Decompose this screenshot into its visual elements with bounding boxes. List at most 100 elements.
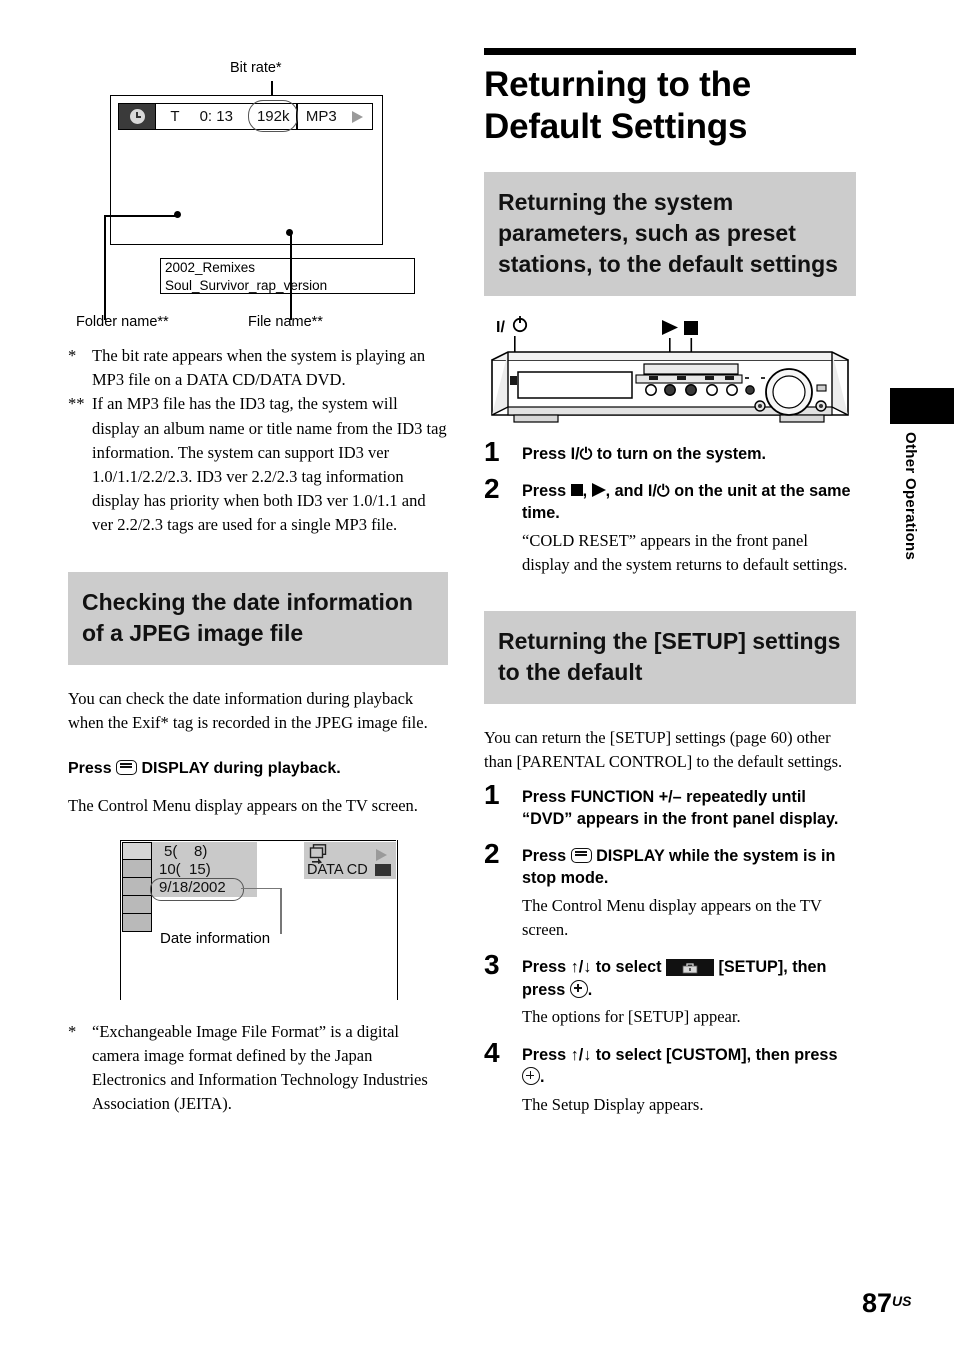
press-display-description: The Control Menu display appears on the … [68, 795, 418, 815]
osd-file-name: Soul_Survivor_rap_version [165, 278, 328, 293]
disc-type-label: DATA CD [307, 861, 368, 878]
footnote-text: If an MP3 file has the ID3 tag, the syst… [92, 394, 447, 535]
section-heading-setup-default: Returning the [SETUP] settings to the de… [484, 610, 856, 704]
footnote-mark: * [68, 346, 77, 365]
press-display-instruction: Press DISPLAY during playback. [68, 757, 448, 780]
title-rule [484, 48, 856, 55]
osd-format: MP3 [305, 108, 337, 125]
tv-screen-frame: T 0: 13 192k MP3 2002_Remixes Soul_Survi… [110, 95, 415, 294]
footnote-mark: ** [68, 394, 85, 414]
osd-status-bar: T 0: 13 192k MP3 [118, 100, 373, 132]
step-number: 4 [484, 1036, 500, 1068]
step-number: 3 [484, 949, 500, 981]
osd-folder-name: 2002_Remixes [165, 260, 256, 275]
power-icon: I/⏻ [570, 445, 593, 463]
footnote-exif: * “Exchangeable Image File Format” is a … [68, 1020, 448, 1117]
page-number: 87US [862, 1288, 912, 1318]
page-title: Returning to the Default Settings [484, 65, 752, 146]
step-number: 2 [484, 837, 500, 869]
enter-button-icon [522, 1067, 540, 1086]
stop-square-icon [570, 483, 583, 496]
manual-page: Bit rate* T 0: 13 192k MP3 2002_Remixes … [0, 0, 954, 1352]
control-menu-icon-column [122, 841, 152, 932]
bit-rate-caption: Bit rate* [230, 60, 282, 76]
menu-cell [122, 895, 152, 914]
step-description: “COLD RESET” appears in the front panel … [522, 530, 848, 574]
step-item: 1 Press FUNCTION +/– repeatedly until “D… [484, 779, 856, 831]
osd-image-number: 5( 8) [164, 842, 208, 860]
date-callout-leader-v [280, 887, 282, 934]
press-word: Press [68, 759, 112, 777]
power-icon: I/⏻ [647, 481, 670, 500]
steps-setup-default: 1 Press FUNCTION +/– repeatedly until “D… [484, 779, 856, 1117]
display-button-icon [570, 847, 592, 863]
left-column: Bit rate* T 0: 13 192k MP3 2002_Remixes … [68, 48, 448, 1116]
osd-bit-rate: 192k [247, 100, 298, 132]
step-item: 2 Press DISPLAY while the system is in s… [484, 838, 856, 942]
clock-icon [119, 104, 155, 129]
footnote-id3: ** If an MP3 file has the ID3 tag, the s… [68, 392, 448, 537]
right-column: Returning to the Default Settings Return… [484, 48, 856, 1117]
file-name-caption: File name** [248, 314, 323, 330]
step-item: 4 Press ↑/↓ to select [CUSTOM], then pre… [484, 1037, 856, 1117]
file-leader-dot [286, 229, 293, 236]
step-heading: Press ↑/↓ to select [SETUP], then press … [522, 958, 827, 999]
step-heading: Press ↑/↓ to select [CUSTOM], then press… [522, 1045, 838, 1087]
osd-time: 0: 13 [199, 108, 233, 125]
display-button-icon [116, 759, 138, 775]
osd-name-box: 2002_Remixes Soul_Survivor_rap_version [160, 258, 415, 294]
svg-text:I/: I/ [496, 319, 505, 336]
figure-front-panel: I/ [484, 314, 856, 432]
footnote-text: The bit rate appears when the system is … [92, 346, 426, 390]
chapter-tab-label: Other Operations [902, 432, 919, 561]
folder-name-caption: Folder name** [76, 314, 169, 330]
footnote-list: * The bit rate appears when the system i… [68, 344, 448, 538]
folder-leader-v [104, 215, 106, 320]
media-icon [375, 863, 391, 876]
step-description: The Control Menu display appears on the … [522, 895, 822, 940]
step-number: 2 [484, 472, 500, 504]
footnote-bitrate: * The bit rate appears when the system i… [68, 344, 448, 392]
menu-cell [122, 913, 152, 932]
date-information-callout: Date information [160, 929, 271, 947]
step-item: 3 Press ↑/↓ to select [SETUP], then pres… [484, 949, 856, 1029]
osd-file-number: 10( 15) [159, 860, 211, 878]
step-heading: Press FUNCTION +/– repeatedly until “DVD… [522, 787, 839, 829]
figure-mp3-display: Bit rate* T 0: 13 192k MP3 2002_Remixes … [68, 48, 448, 338]
play-triangle-icon [352, 104, 372, 129]
menu-cell [122, 841, 152, 860]
step-number: 1 [484, 436, 500, 467]
footnote-text: “Exchangeable Image File Format” is a di… [92, 1021, 428, 1114]
play-triangle-icon [376, 848, 387, 861]
date-highlight-ellipse [150, 877, 244, 901]
file-leader-v [290, 233, 292, 320]
menu-cell [122, 877, 152, 896]
enter-button-icon [569, 979, 588, 998]
setup-intro-paragraph: You can return the [SETUP] settings (pag… [484, 727, 843, 771]
section-heading-system-parameters: Returning the system parameters, such as… [484, 172, 856, 296]
folder-leader-dot [174, 211, 181, 218]
osd-track-label: T [170, 108, 180, 125]
bit-rate-highlight-ellipse [247, 100, 298, 132]
menu-cell [122, 859, 152, 878]
folder-leader-h [104, 215, 178, 217]
figure-date-information: 5( 8) 10( 15) 9/18/2002 DATA CD Date inf… [108, 838, 398, 1006]
multi-image-icon [309, 843, 327, 864]
press-display-text: DISPLAY during playback. [141, 759, 341, 777]
step-heading: Press I/⏻ to turn on the system. [522, 445, 767, 463]
step-description: The options for [SETUP] appear. [522, 1007, 741, 1027]
chapter-tab-marker [890, 388, 954, 424]
jpeg-intro-paragraph: You can check the date information durin… [68, 688, 428, 732]
step-description: The Setup Display appears. [522, 1094, 704, 1114]
step-heading: Press , , and I/⏻ on the unit at the sam… [522, 481, 851, 523]
step-heading: Press DISPLAY while the system is in sto… [522, 846, 836, 888]
play-triangle-icon [591, 482, 606, 497]
footnote-mark: * [68, 1021, 77, 1041]
step-item: 1 Press I/⏻ to turn on the system. [484, 436, 856, 467]
step-item: 2 Press , , and I/⏻ on the unit at the s… [484, 473, 856, 577]
steps-cold-reset: 1 Press I/⏻ to turn on the system. 2 Pre… [484, 436, 856, 577]
step-number: 1 [484, 778, 500, 810]
setup-toolbox-icon [665, 959, 714, 977]
date-callout-leader-h [241, 887, 281, 890]
section-heading-jpeg-date: Checking the date information of a JPEG … [68, 571, 448, 665]
